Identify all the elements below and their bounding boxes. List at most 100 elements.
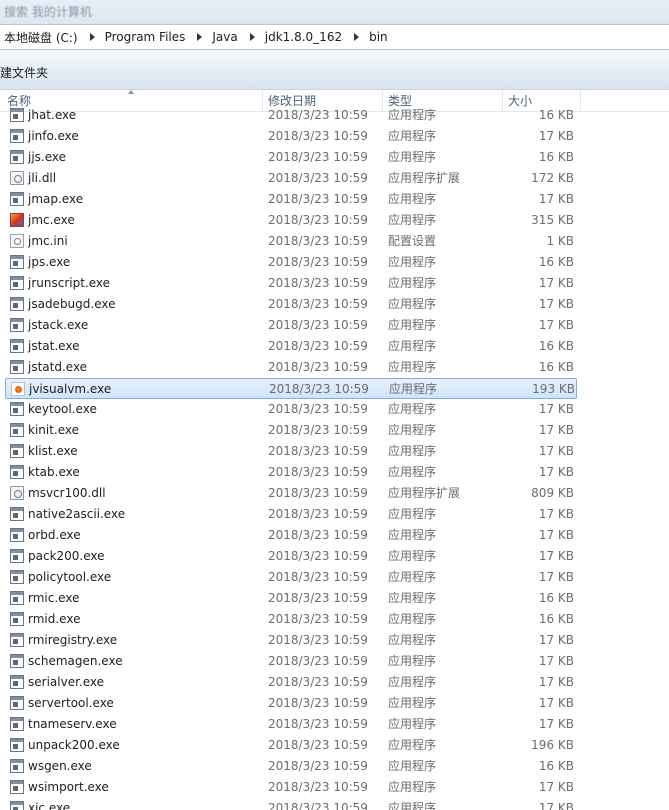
exe-icon — [10, 780, 24, 794]
file-modified-date: 2018/3/23 10:59 — [268, 402, 368, 416]
file-type: 应用程序 — [388, 549, 437, 563]
file-type: 应用程序 — [388, 507, 437, 521]
exe-icon — [10, 549, 24, 563]
file-row[interactable]: orbd.exe 2018/3/23 10:59 应用程序 17 KB — [0, 525, 578, 546]
file-row[interactable]: xjc.exe 2018/3/23 10:59 应用程序 17 KB — [0, 798, 578, 810]
file-row[interactable]: native2ascii.exe 2018/3/23 10:59 应用程序 17 KB — [0, 504, 578, 525]
file-row[interactable]: ktab.exe 2018/3/23 10:59 应用程序 17 KB — [0, 462, 578, 483]
file-size: 17 KB — [538, 654, 574, 668]
breadcrumb-bin[interactable]: bin — [369, 30, 394, 44]
breadcrumb-drive[interactable]: 本地磁盘 (C:) — [4, 29, 84, 46]
exe-icon — [10, 801, 24, 810]
file-row[interactable]: kinit.exe 2018/3/23 10:59 应用程序 17 KB — [0, 420, 578, 441]
file-modified-date: 2018/3/23 10:59 — [268, 759, 368, 773]
file-row[interactable]: jvisualvm.exe 2018/3/23 10:59 应用程序 193 KB — [5, 378, 577, 399]
exe-icon — [10, 108, 24, 122]
file-name: xjc.exe — [28, 801, 71, 810]
file-modified-date: 2018/3/23 10:59 — [268, 780, 368, 794]
file-row[interactable]: wsimport.exe 2018/3/23 10:59 应用程序 17 KB — [0, 777, 578, 798]
chevron-right-icon[interactable] — [197, 33, 203, 41]
file-row[interactable]: jjs.exe 2018/3/23 10:59 应用程序 16 KB — [0, 147, 578, 168]
file-row[interactable]: rmiregistry.exe 2018/3/23 10:59 应用程序 17 KB — [0, 630, 578, 651]
file-name: jps.exe — [28, 255, 71, 269]
file-type: 应用程序 — [388, 780, 437, 794]
file-modified-date: 2018/3/23 10:59 — [268, 570, 368, 584]
file-row[interactable]: jrunscript.exe 2018/3/23 10:59 应用程序 17 KB — [0, 273, 578, 294]
file-row[interactable]: jps.exe 2018/3/23 10:59 应用程序 16 KB — [0, 252, 578, 273]
file-name: keytool.exe — [28, 402, 97, 416]
file-row[interactable]: jli.dll 2018/3/23 10:59 应用程序扩展 172 KB — [0, 168, 578, 189]
file-size: 16 KB — [538, 591, 574, 605]
file-size: 17 KB — [538, 549, 574, 563]
file-row[interactable]: tnameserv.exe 2018/3/23 10:59 应用程序 17 KB — [0, 714, 578, 735]
file-row[interactable]: wsgen.exe 2018/3/23 10:59 应用程序 16 KB — [0, 756, 578, 777]
file-row[interactable]: jinfo.exe 2018/3/23 10:59 应用程序 17 KB — [0, 126, 578, 147]
file-name: unpack200.exe — [28, 738, 120, 752]
file-row[interactable]: jmc.ini 2018/3/23 10:59 配置设置 1 KB — [0, 231, 578, 252]
breadcrumb-program-files[interactable]: Program Files — [105, 30, 192, 44]
file-size: 172 KB — [531, 171, 574, 185]
file-name: jstatd.exe — [28, 360, 88, 374]
file-modified-date: 2018/3/23 10:59 — [268, 465, 368, 479]
file-name: jjs.exe — [28, 150, 67, 164]
file-name: msvcr100.dll — [28, 486, 106, 500]
file-type: 应用程序 — [388, 339, 437, 353]
file-row[interactable]: jmc.exe 2018/3/23 10:59 应用程序 315 KB — [0, 210, 578, 231]
file-size: 16 KB — [538, 759, 574, 773]
address-bar[interactable]: 本地磁盘 (C:) Program Files Java jdk1.8.0_16… — [0, 24, 669, 50]
file-name: kinit.exe — [28, 423, 80, 437]
file-modified-date: 2018/3/23 10:59 — [268, 696, 368, 710]
file-modified-date: 2018/3/23 10:59 — [268, 150, 368, 164]
file-type: 应用程序 — [388, 213, 437, 227]
file-modified-date: 2018/3/23 10:59 — [268, 633, 368, 647]
file-type: 应用程序 — [388, 465, 437, 479]
file-row[interactable]: jstack.exe 2018/3/23 10:59 应用程序 17 KB — [0, 315, 578, 336]
jmc-icon — [10, 213, 24, 227]
file-row[interactable]: pack200.exe 2018/3/23 10:59 应用程序 17 KB — [0, 546, 578, 567]
exe-icon — [10, 612, 24, 626]
file-size: 17 KB — [538, 129, 574, 143]
exe-icon — [10, 150, 24, 164]
file-row[interactable]: servertool.exe 2018/3/23 10:59 应用程序 17 KB — [0, 693, 578, 714]
file-type: 应用程序 — [388, 150, 437, 164]
file-size: 17 KB — [538, 444, 574, 458]
file-modified-date: 2018/3/23 10:59 — [268, 276, 368, 290]
file-type: 应用程序 — [388, 423, 437, 437]
exe-icon — [10, 360, 24, 374]
new-folder-button[interactable]: 新建文件夹 — [0, 64, 48, 81]
file-row[interactable]: keytool.exe 2018/3/23 10:59 应用程序 17 KB — [0, 399, 578, 420]
chevron-right-icon[interactable] — [89, 33, 95, 41]
file-row[interactable]: serialver.exe 2018/3/23 10:59 应用程序 17 KB — [0, 672, 578, 693]
file-row[interactable]: jstatd.exe 2018/3/23 10:59 应用程序 16 KB — [0, 357, 578, 378]
file-row[interactable]: msvcr100.dll 2018/3/23 10:59 应用程序扩展 809 KB — [0, 483, 578, 504]
file-row[interactable]: schemagen.exe 2018/3/23 10:59 应用程序 17 KB — [0, 651, 578, 672]
file-type: 应用程序 — [388, 759, 437, 773]
file-size: 17 KB — [538, 780, 574, 794]
chevron-right-icon[interactable] — [354, 33, 360, 41]
file-modified-date: 2018/3/23 10:59 — [268, 108, 368, 122]
file-modified-date: 2018/3/23 10:59 — [268, 675, 368, 689]
file-row[interactable]: jstat.exe 2018/3/23 10:59 应用程序 16 KB — [0, 336, 578, 357]
file-name: jmc.ini — [28, 234, 68, 248]
file-row[interactable]: unpack200.exe 2018/3/23 10:59 应用程序 196 KB — [0, 735, 578, 756]
file-row[interactable]: rmic.exe 2018/3/23 10:59 应用程序 16 KB — [0, 588, 578, 609]
file-row[interactable]: jmap.exe 2018/3/23 10:59 应用程序 17 KB — [0, 189, 578, 210]
file-type: 应用程序 — [388, 192, 437, 206]
file-row[interactable]: klist.exe 2018/3/23 10:59 应用程序 17 KB — [0, 441, 578, 462]
file-row[interactable]: jsadebugd.exe 2018/3/23 10:59 应用程序 17 KB — [0, 294, 578, 315]
file-row[interactable]: jhat.exe 2018/3/23 10:59 应用程序 16 KB — [0, 106, 578, 126]
file-row[interactable]: rmid.exe 2018/3/23 10:59 应用程序 16 KB — [0, 609, 578, 630]
chevron-right-icon[interactable] — [249, 33, 255, 41]
file-modified-date: 2018/3/23 10:59 — [268, 318, 368, 332]
exe-icon — [10, 570, 24, 584]
file-modified-date: 2018/3/23 10:59 — [268, 717, 368, 731]
file-type: 应用程序 — [388, 297, 437, 311]
breadcrumb-jdk[interactable]: jdk1.8.0_162 — [265, 30, 348, 44]
file-row[interactable]: policytool.exe 2018/3/23 10:59 应用程序 17 KB — [0, 567, 578, 588]
file-size: 17 KB — [538, 570, 574, 584]
file-name: rmiregistry.exe — [28, 633, 118, 647]
jvisualvm-icon — [11, 382, 25, 396]
file-type: 应用程序 — [388, 255, 437, 269]
file-modified-date: 2018/3/23 10:59 — [268, 801, 368, 810]
breadcrumb-java[interactable]: Java — [212, 30, 243, 44]
